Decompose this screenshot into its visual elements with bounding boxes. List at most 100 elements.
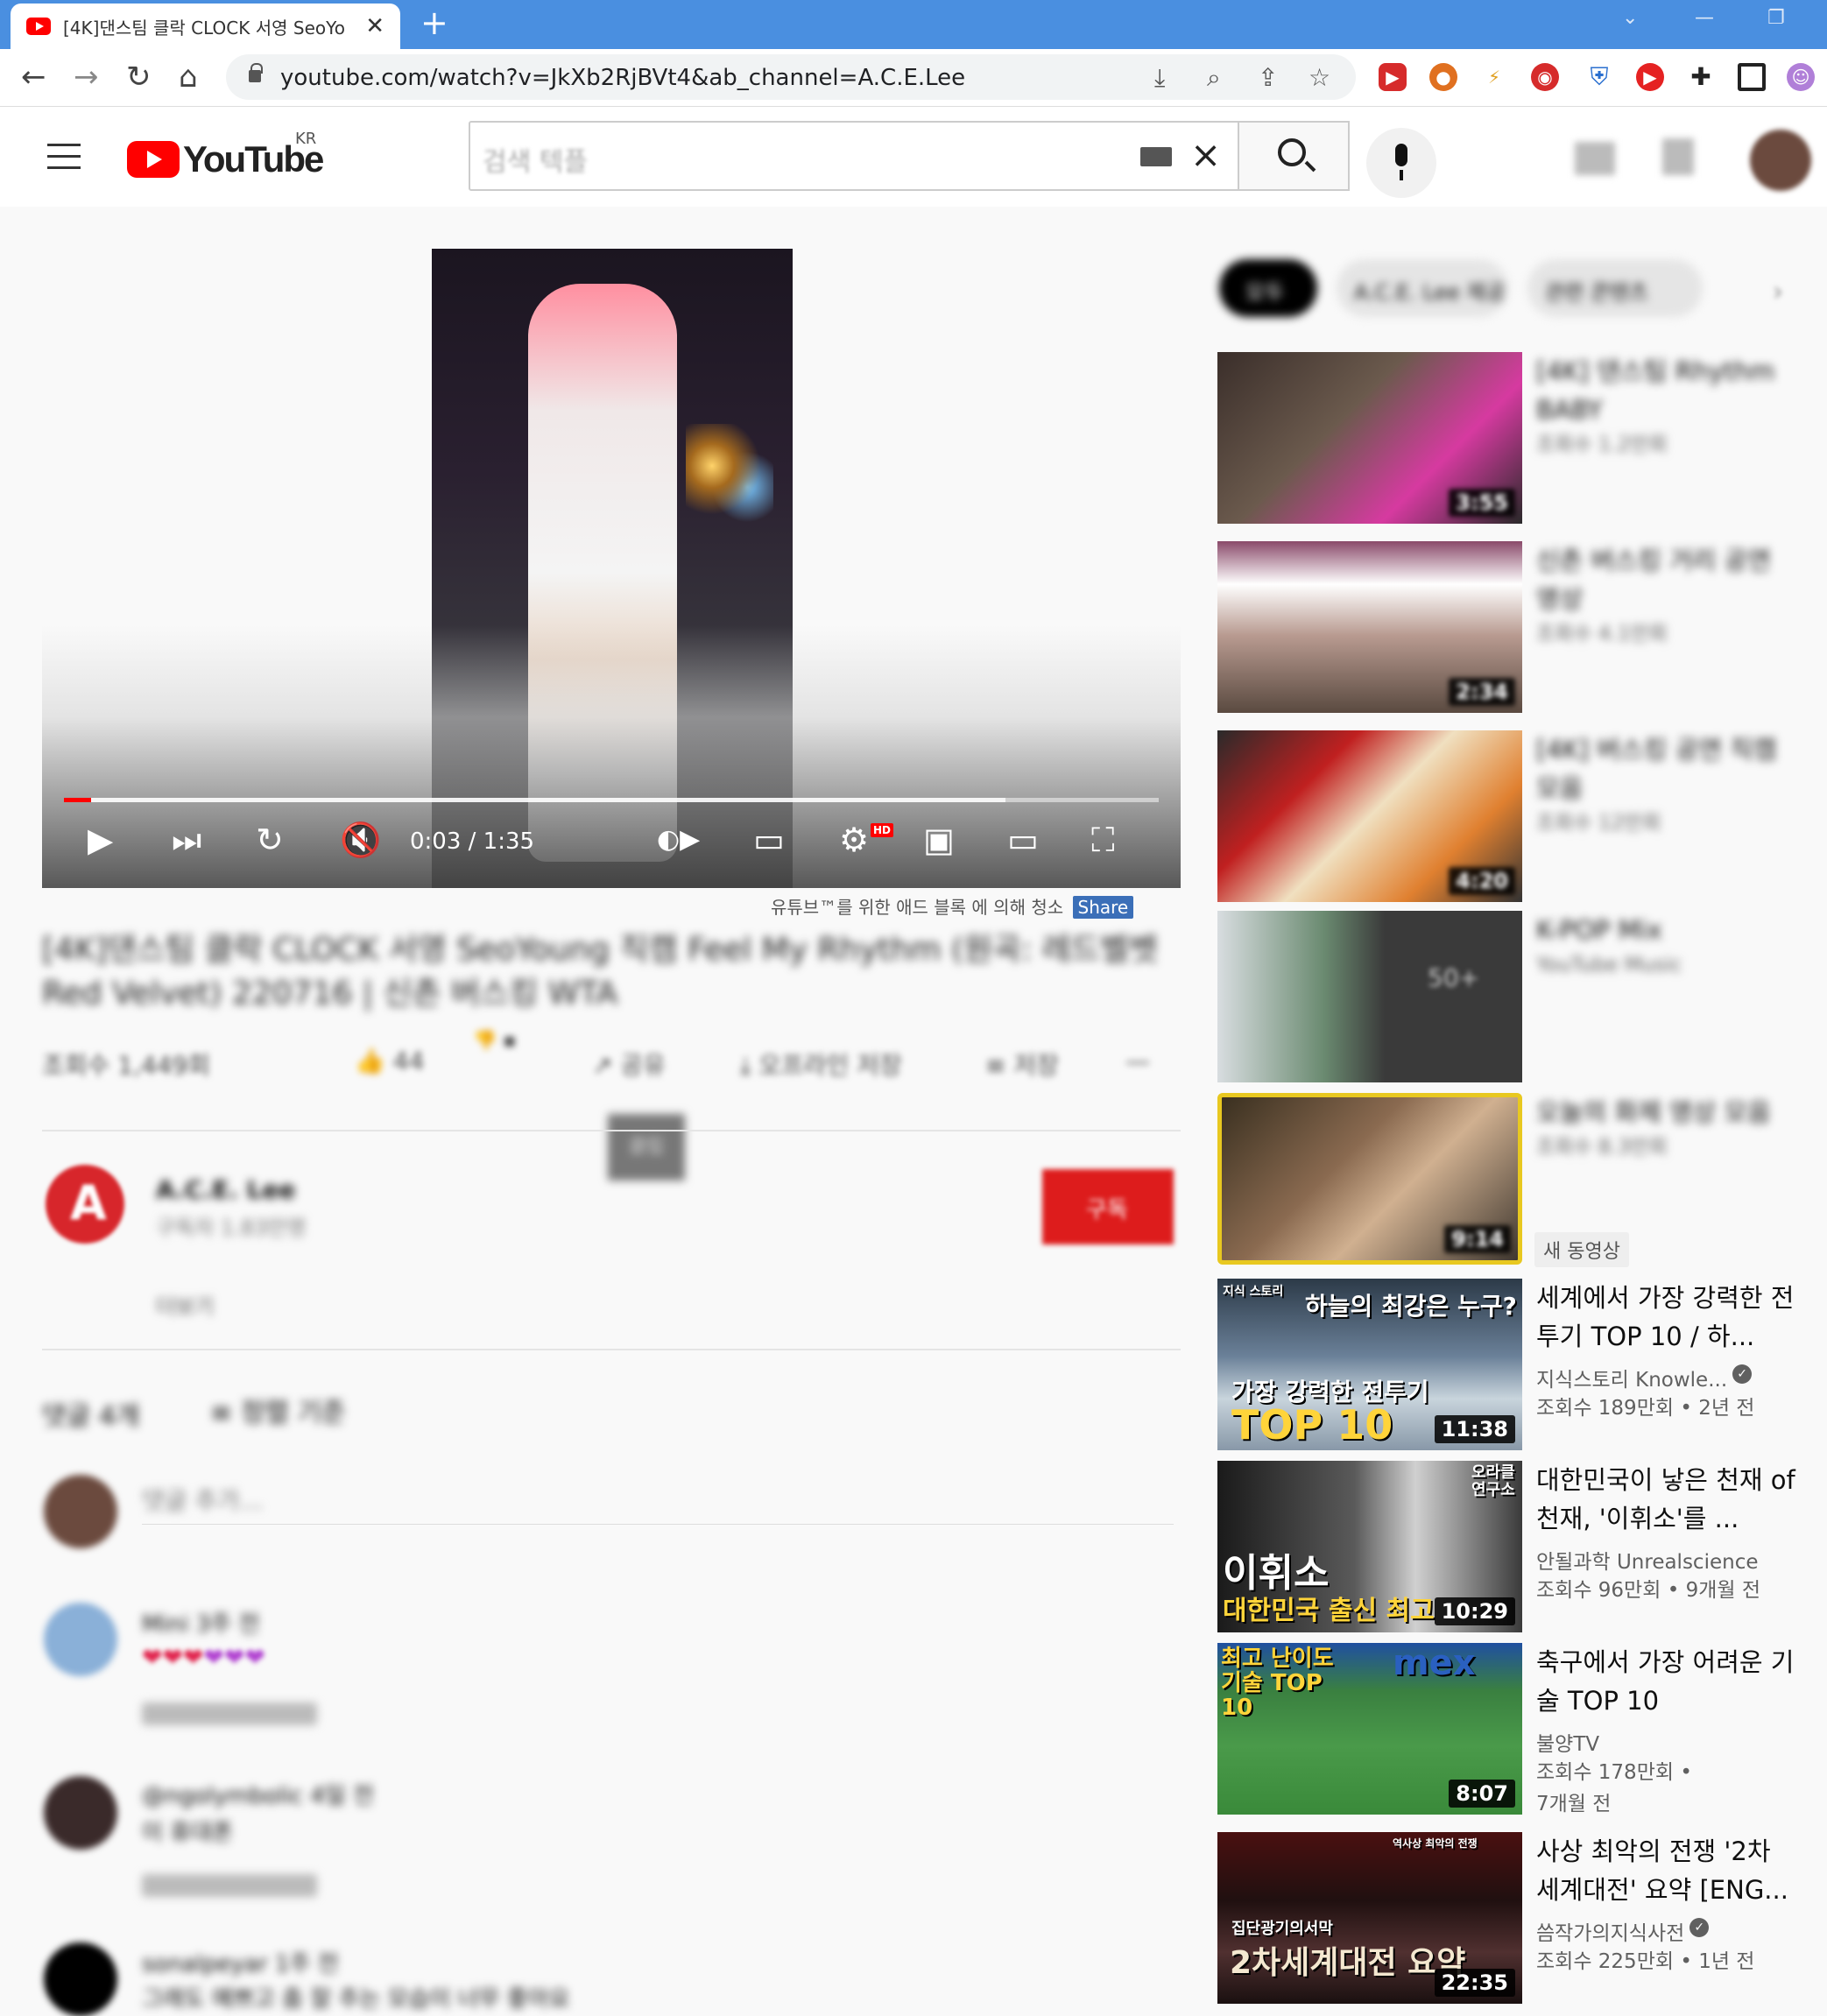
browser-tab[interactable]: [4K]댄스팀 클락 CLOCK 서영 SeoYo ✕ <box>11 4 400 49</box>
autoplay-toggle-icon[interactable]: ◐▶ <box>657 818 700 862</box>
progress-bar[interactable] <box>64 798 1159 802</box>
notifications-bell-icon[interactable] <box>1662 138 1694 175</box>
restore-icon[interactable]: ❐ <box>1767 7 1785 29</box>
new-tab-icon[interactable]: + <box>420 5 448 40</box>
recommendation-item[interactable]: 지식 스토리 하늘의 최강은 누구? 가장 강력한 전투기 TOP 10 11:… <box>1217 1279 1813 1454</box>
extension-shield-icon[interactable]: ⛨ <box>1585 63 1613 91</box>
chips-next-icon[interactable]: › <box>1773 277 1783 307</box>
sort-comments-button[interactable]: ≡ 정렬 기준 <box>210 1391 346 1429</box>
next-video-icon[interactable]: ⏭ <box>172 818 201 862</box>
video-title[interactable]: 신촌 버스킹 거리 공연 영상 <box>1536 541 1799 618</box>
address-bar[interactable]: youtube.com/watch?v=JkXb2RjBVt4&ab_chann… <box>226 54 1356 100</box>
video-title[interactable]: 오늘의 화제 영상 모음 <box>1536 1093 1799 1131</box>
video-thumbnail[interactable]: 최고 난이도 기술 TOP 10 mex 8:07 <box>1217 1643 1522 1815</box>
replay-icon[interactable]: ↻ <box>256 818 284 862</box>
search-input[interactable]: 검색 텍플 × <box>469 121 1239 191</box>
video-title[interactable]: [4K] 버스킹 공연 직캠 모음 <box>1536 730 1799 807</box>
tab-search-icon[interactable]: ⌄ <box>1622 7 1638 29</box>
recommendation-item[interactable]: 3:55 [4K] 댄스팀 Rhythm BABY 조회수 1.2만회 <box>1217 352 1813 527</box>
home-icon[interactable]: ⌂ <box>179 60 198 95</box>
back-icon[interactable]: ← <box>21 60 46 95</box>
search-button[interactable] <box>1238 121 1350 191</box>
youtube-logo[interactable]: YouTube KR <box>127 130 324 180</box>
commenter-avatar[interactable] <box>44 1603 117 1676</box>
channel-name[interactable]: 안될과학 Unrealscience <box>1536 1545 1759 1575</box>
extension-red-icon[interactable]: ▶ <box>1379 63 1407 91</box>
recommendation-item[interactable]: 50+ K-POP Mix YouTube Music <box>1217 911 1813 1086</box>
adblock-share-button[interactable]: Share <box>1072 896 1134 919</box>
extension-notify-icon[interactable]: ◉ <box>1531 63 1559 91</box>
channel-name[interactable]: A.C.E. Lee <box>156 1175 295 1204</box>
show-more[interactable]: 더보기 <box>156 1289 214 1320</box>
commenter-avatar[interactable] <box>44 1776 117 1850</box>
extension-play-icon[interactable]: ▶ <box>1636 63 1664 91</box>
mute-icon[interactable]: 🔇 <box>340 818 381 862</box>
video-thumbnail[interactable]: 4:20 <box>1217 730 1522 902</box>
channel-avatar[interactable] <box>46 1165 124 1244</box>
create-video-icon[interactable] <box>1575 142 1615 175</box>
video-title[interactable]: 사상 최악의 전쟁 '2차 세계대전' 요약 [ENG... <box>1536 1832 1799 1909</box>
extension-firefox-icon[interactable]: ● <box>1429 63 1457 91</box>
comment-actions[interactable] <box>142 1702 317 1725</box>
recommendation-item[interactable]: 역사상 최악의 전쟁 집단광기의서막 2차세계대전 요약 22:35 사상 최악… <box>1217 1832 1813 2007</box>
video-title[interactable]: K-POP Mix <box>1536 911 1799 949</box>
recommendation-item[interactable]: 4:20 [4K] 버스킹 공연 직캠 모음 조회수 12만회 <box>1217 730 1813 906</box>
comment-author[interactable]: Mini 3주 전 <box>142 1606 259 1639</box>
video-title[interactable]: 대한민국이 낳은 천재 of 천재, '이휘소'를 ... <box>1536 1461 1799 1538</box>
share-button[interactable]: ↗ 공유 <box>592 1047 666 1082</box>
extension-bolt-icon[interactable]: ⚡ <box>1480 63 1508 91</box>
video-title[interactable]: 세계에서 가장 강력한 전투기 TOP 10 / 하... <box>1536 1279 1799 1356</box>
clear-search-icon[interactable]: × <box>1190 133 1221 176</box>
extensions-puzzle-icon[interactable]: ✚ <box>1687 63 1715 91</box>
video-thumbnail[interactable]: 2:34 <box>1217 541 1522 713</box>
channel-name[interactable]: 씀작가의지식사전 <box>1536 1916 1684 1946</box>
video-player[interactable]: ▶ ⏭ ↻ 🔇 0:03 / 1:35 ◐▶ ▭ ⚙ HD ▣ ▭ ⛶ <box>42 249 1181 888</box>
reload-icon[interactable]: ↻ <box>126 60 152 95</box>
miniplayer-icon[interactable]: ▣ <box>923 818 955 862</box>
commenter-avatar[interactable] <box>44 1942 117 2016</box>
video-thumbnail[interactable]: 9:14 <box>1217 1093 1522 1265</box>
fullscreen-icon[interactable]: ⛶ <box>1091 818 1115 862</box>
share-page-icon[interactable]: ⇪ <box>1258 63 1278 92</box>
lock-icon[interactable] <box>249 63 263 82</box>
subtitles-icon[interactable]: ▭ <box>753 818 785 862</box>
profile-icon[interactable]: ☺ <box>1787 63 1815 91</box>
add-comment-input[interactable]: 댓글 추가... <box>142 1482 264 1517</box>
side-panel-icon[interactable] <box>1738 63 1766 91</box>
video-thumbnail[interactable]: 역사상 최악의 전쟁 집단광기의서막 2차세계대전 요약 22:35 <box>1217 1832 1522 2004</box>
comment-author[interactable]: sonalpeyar 1주 전 <box>142 1946 339 1978</box>
theater-mode-icon[interactable]: ▭ <box>1007 818 1039 862</box>
video-thumbnail[interactable]: 3:55 <box>1217 352 1522 524</box>
comment-author[interactable]: @ngolymbolic 4일 전 <box>142 1778 374 1810</box>
video-thumbnail[interactable]: 50+ <box>1217 911 1522 1082</box>
voice-search-button[interactable] <box>1366 128 1436 198</box>
video-thumbnail[interactable]: 오라클 연구소 이휘소 대한민국 출신 최고 10:29 <box>1217 1461 1522 1632</box>
account-avatar[interactable] <box>1750 130 1811 191</box>
menu-hamburger-icon[interactable] <box>47 144 81 170</box>
video-thumbnail[interactable]: 지식 스토리 하늘의 최강은 누구? 가장 강력한 전투기 TOP 10 11:… <box>1217 1279 1522 1450</box>
tab-close-icon[interactable]: ✕ <box>365 13 384 39</box>
play-button-icon[interactable]: ▶ <box>88 818 113 862</box>
chip-channel[interactable]: A.C.E. Lee 제공 <box>1337 259 1508 317</box>
save-button[interactable]: ≡ 저장 <box>985 1047 1059 1082</box>
recommendation-item[interactable]: 9:14 오늘의 화제 영상 모음 조회수 8.3만회 <box>1217 1093 1813 1268</box>
forward-icon[interactable]: → <box>74 60 99 95</box>
zoom-icon[interactable]: ⌕ <box>1207 63 1221 93</box>
settings-gear-icon[interactable]: ⚙ <box>839 818 869 862</box>
keyboard-icon[interactable] <box>1140 147 1172 166</box>
recommendation-item[interactable]: 최고 난이도 기술 TOP 10 mex 8:07 축구에서 가장 어려운 기술… <box>1217 1643 1813 1832</box>
minimize-icon[interactable]: — <box>1695 7 1714 29</box>
install-icon[interactable]: ⤓ <box>1154 63 1165 93</box>
chip-all[interactable]: 모두 <box>1219 259 1317 317</box>
chip-related[interactable]: 관련 콘텐츠 <box>1527 259 1703 317</box>
dislike-button[interactable]: 👎 ▪ <box>473 1029 526 1054</box>
recommendation-item[interactable]: 오라클 연구소 이휘소 대한민국 출신 최고 10:29 대한민국이 낳은 천재… <box>1217 1461 1813 1636</box>
bookmark-star-icon[interactable]: ☆ <box>1309 63 1330 92</box>
comment-actions[interactable] <box>142 1874 317 1897</box>
like-button[interactable]: 👍 44 <box>355 1047 424 1075</box>
video-title[interactable]: 축구에서 가장 어려운 기술 TOP 10 <box>1536 1643 1799 1720</box>
subscribe-button[interactable]: 구독 <box>1042 1169 1174 1244</box>
channel-name[interactable]: 지식스토리 Knowle... <box>1536 1363 1727 1392</box>
recommendation-item[interactable]: 2:34 신촌 버스킹 거리 공연 영상 조회수 4.1만회 <box>1217 541 1813 716</box>
more-actions-icon[interactable]: — <box>1125 1047 1150 1075</box>
